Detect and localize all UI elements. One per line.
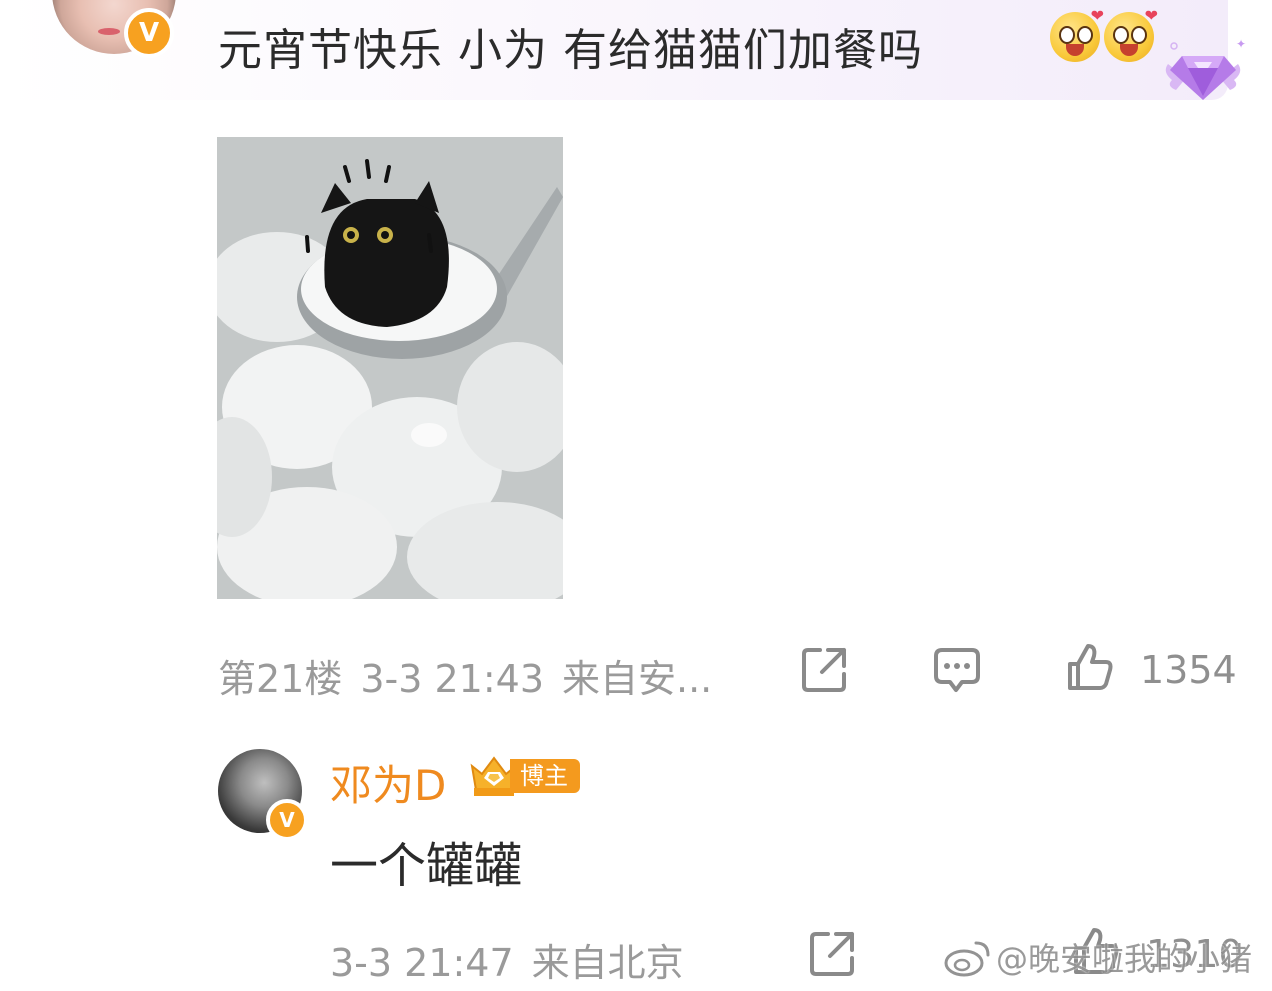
blogger-badge: 博主 [510,759,580,793]
comment-image[interactable] [217,137,563,599]
excited-face-emoji-icon: ❤ [1050,6,1104,62]
reply-meta: 3-3 21:47 来自北京 [330,932,702,987]
like-icon[interactable] [1066,642,1114,692]
reply-username[interactable]: 邓为D [330,752,446,813]
svg-text:✦: ✦ [1236,37,1246,51]
comment-time: 3-3 21:43 [360,657,545,701]
share-icon[interactable] [800,646,848,694]
reply-source: 来自北京 [531,941,684,985]
tangyuan-cat-image [217,137,563,599]
comment-icon[interactable] [932,646,982,694]
like-count: 1354 [1140,648,1237,692]
comment-source: 来自安... [562,657,713,701]
reply-time: 3-3 21:47 [330,941,514,985]
verified-badge-icon: V [266,799,308,841]
avatar-detail [98,28,120,35]
verified-badge-icon: V [124,8,174,58]
purple-diamond-badge-icon: ✦ [1165,37,1246,100]
floor-number: 第21楼 [218,657,343,701]
weibo-comment-thread: V 元宵节快乐 小为 有给猫猫们加餐吗 ❤ ❤ ✦ 第21楼 3-3 21:43… [0,0,1272,991]
comment-meta: 第21楼 3-3 21:43 来自安... [218,648,730,703]
weibo-logo-icon [944,941,990,977]
share-icon[interactable] [808,930,856,978]
watermark: @晚安啦我的小猪 [996,940,1253,978]
reply-text: 一个罐罐 [330,838,523,894]
comment-text: 元宵节快乐 小为 有给猫猫们加餐吗 [218,25,923,76]
excited-face-emoji-icon: ❤ [1104,6,1158,62]
